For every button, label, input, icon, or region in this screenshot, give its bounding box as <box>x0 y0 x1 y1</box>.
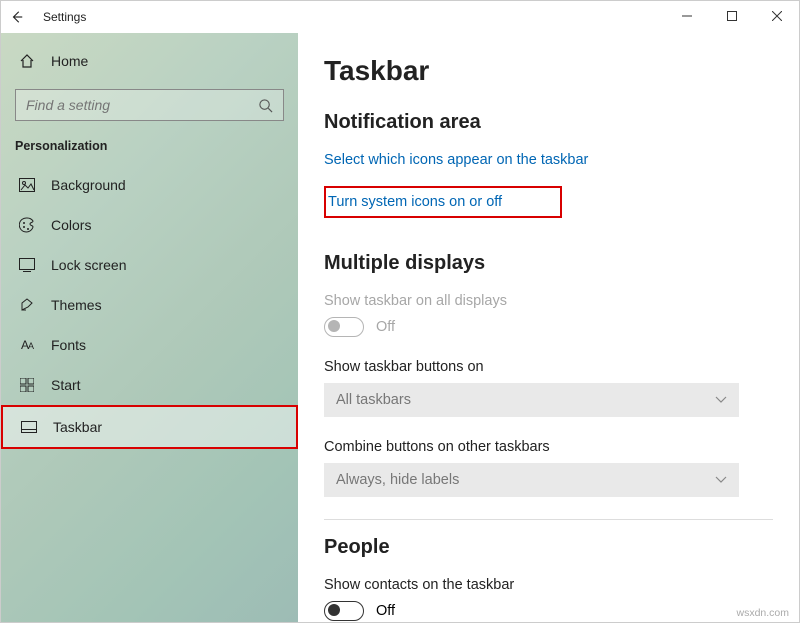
dropdown-combine-buttons[interactable]: Always, hide labels <box>324 463 739 497</box>
sidebar-item-themes[interactable]: Themes <box>1 285 298 325</box>
section-multiple-heading: Multiple displays <box>324 252 799 275</box>
sidebar-item-label: Colors <box>51 217 91 233</box>
sidebar-category: Personalization <box>1 125 298 165</box>
divider <box>324 519 773 520</box>
chevron-down-icon <box>715 476 727 484</box>
toggle-show-contacts[interactable] <box>324 601 364 621</box>
titlebar: Settings <box>1 1 799 33</box>
label-show-buttons-on: Show taskbar buttons on <box>324 359 799 375</box>
sidebar: Home Personalization Background Colors L… <box>1 33 298 622</box>
window-title: Settings <box>43 10 86 24</box>
sidebar-item-fonts[interactable]: AA Fonts <box>1 325 298 365</box>
sidebar-item-start[interactable]: Start <box>1 365 298 405</box>
watermark: wsxdn.com <box>736 607 789 619</box>
sidebar-home[interactable]: Home <box>1 43 298 79</box>
sidebar-home-label: Home <box>51 53 88 69</box>
search-icon <box>258 98 273 113</box>
chevron-down-icon <box>715 396 727 404</box>
taskbar-icon <box>21 419 37 435</box>
palette-icon <box>19 217 35 233</box>
sidebar-item-label: Background <box>51 177 126 193</box>
sidebar-item-label: Themes <box>51 297 102 313</box>
section-people-heading: People <box>324 536 799 559</box>
sidebar-item-label: Taskbar <box>53 419 102 435</box>
link-select-icons[interactable]: Select which icons appear on the taskbar <box>324 152 799 168</box>
dropdown-value: All taskbars <box>336 392 411 408</box>
fonts-icon: AA <box>19 337 35 353</box>
search-box[interactable] <box>15 89 284 121</box>
themes-icon <box>19 297 35 313</box>
section-notification-heading: Notification area <box>324 111 799 134</box>
main-content: Taskbar Notification area Select which i… <box>298 33 799 622</box>
dropdown-show-buttons[interactable]: All taskbars <box>324 383 739 417</box>
link-system-icons[interactable]: Turn system icons on or off <box>328 194 554 210</box>
toggle-state-contacts: Off <box>376 603 395 619</box>
start-icon <box>19 377 35 393</box>
search-input[interactable] <box>26 97 246 113</box>
label-combine-buttons: Combine buttons on other taskbars <box>324 439 799 455</box>
picture-icon <box>19 177 35 193</box>
home-icon <box>19 53 35 69</box>
sidebar-item-colors[interactable]: Colors <box>1 205 298 245</box>
sidebar-item-lock-screen[interactable]: Lock screen <box>1 245 298 285</box>
sidebar-item-label: Lock screen <box>51 257 126 273</box>
sidebar-item-label: Start <box>51 377 81 393</box>
lock-screen-icon <box>19 257 35 273</box>
toggle-show-all-displays <box>324 317 364 337</box>
page-title: Taskbar <box>324 55 799 87</box>
sidebar-nav: Background Colors Lock screen Themes AA … <box>1 165 298 449</box>
highlight-system-icons: Turn system icons on or off <box>324 186 562 218</box>
window-controls <box>664 1 799 31</box>
sidebar-item-taskbar[interactable]: Taskbar <box>1 405 298 449</box>
label-show-contacts: Show contacts on the taskbar <box>324 577 799 593</box>
sidebar-item-label: Fonts <box>51 337 86 353</box>
maximize-button[interactable] <box>709 1 754 31</box>
back-button[interactable] <box>1 1 33 33</box>
sidebar-item-background[interactable]: Background <box>1 165 298 205</box>
toggle-state-show-all: Off <box>376 319 395 335</box>
dropdown-value: Always, hide labels <box>336 472 459 488</box>
minimize-button[interactable] <box>664 1 709 31</box>
label-show-all-displays: Show taskbar on all displays <box>324 293 799 309</box>
close-button[interactable] <box>754 1 799 31</box>
